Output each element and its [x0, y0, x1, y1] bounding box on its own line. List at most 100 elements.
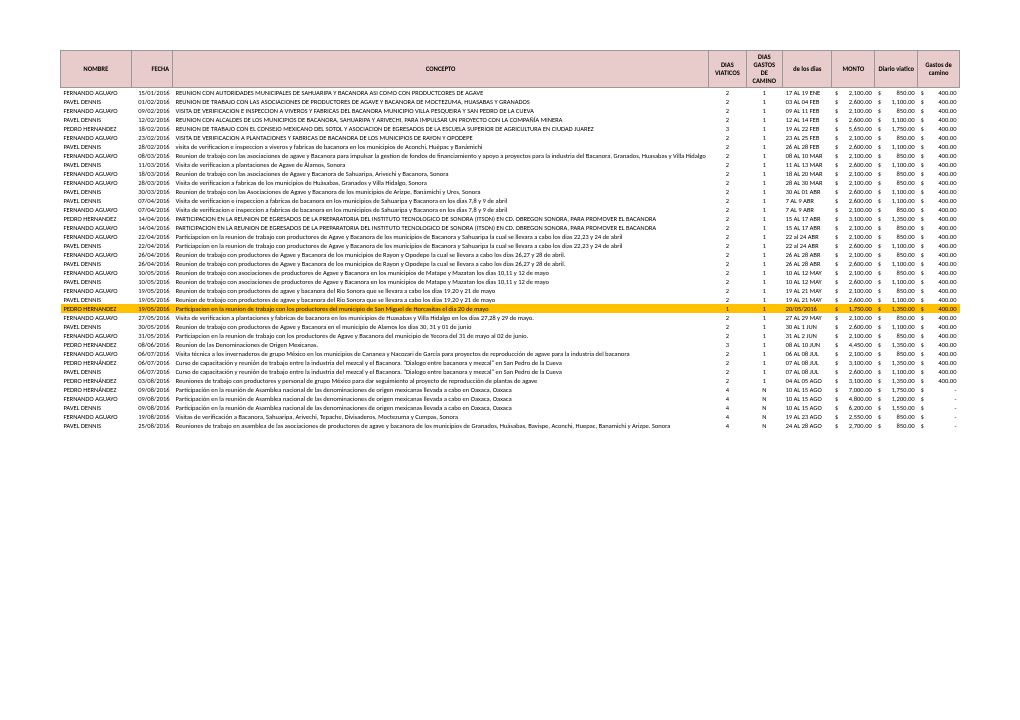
cell-concepto: Particiapcion en la reunion de trabajo c… — [173, 331, 709, 340]
cell-monto: $2,100.00 — [832, 151, 875, 160]
cell-gastos-camino: $400.00 — [918, 106, 960, 115]
cell-gastos-camino: $400.00 — [918, 232, 960, 241]
cell-fecha: 19/08/2016 — [131, 412, 172, 421]
cell-gastos-camino: $400.00 — [918, 88, 960, 98]
cell-concepto: Particiapcion en la reunion de trabajo c… — [173, 232, 709, 241]
cell-de-los-dias: 08 AL 10 MAR — [783, 151, 832, 160]
cell-fecha: 11/03/2016 — [131, 160, 172, 169]
cell-concepto: Visita de verificacion a plantaciones de… — [173, 160, 709, 169]
table-row: PAVEL DENNIS22/04/2016Particiapcion en l… — [61, 241, 960, 250]
header-row: NOMBRE FECHA CONCEPTO DIAS VIATICOS DIAS… — [61, 51, 960, 88]
cell-diario-viatico: $1,100.00 — [875, 295, 918, 304]
cell-concepto: VISITA DE VERIFICACION A PLANTACIONES Y … — [173, 133, 709, 142]
cell-diario-viatico: $850.00 — [875, 349, 918, 358]
cell-nombre: PAVEL DENNIS — [61, 421, 132, 430]
cell-dias-camino: 1 — [746, 142, 783, 151]
col-fecha: FECHA — [131, 51, 172, 88]
cell-dias-camino: 1 — [746, 268, 783, 277]
table-row: FERNANDO AGUAYO31/05/2016Particiapcion e… — [61, 331, 960, 340]
cell-concepto: Reunion de trabajo con productores de Ag… — [173, 322, 709, 331]
cell-concepto: Visita de verificacion e inspeccion a fa… — [173, 205, 709, 214]
cell-de-los-dias: 26 AL 28 ABR — [783, 259, 832, 268]
cell-gastos-camino: $400.00 — [918, 187, 960, 196]
cell-dias-viaticos: 2 — [709, 133, 746, 142]
cell-dias-viaticos: 3 — [709, 340, 746, 349]
cell-de-los-dias: 24 AL 28 AGO — [783, 421, 832, 430]
cell-dias-viaticos: 3 — [709, 124, 746, 133]
table-row: FERNANDO AGUAYO07/04/2016Visita de verif… — [61, 205, 960, 214]
cell-fecha: 06/07/2016 — [131, 358, 172, 367]
cell-nombre: FERNANDO AGUAYO — [61, 286, 132, 295]
cell-dias-viaticos: 2 — [709, 286, 746, 295]
cell-concepto: Reuniones de trabajo con productores y p… — [173, 376, 709, 385]
cell-nombre: PAVEL DENNIS — [61, 160, 132, 169]
cell-fecha: 14/04/2016 — [131, 223, 172, 232]
cell-de-los-dias: 22 al 24 ABR — [783, 241, 832, 250]
cell-monto: $2,700.00 — [832, 421, 875, 430]
cell-monto: $2,100.00 — [832, 313, 875, 322]
cell-diario-viatico: $1,100.00 — [875, 367, 918, 376]
cell-nombre: FERNANDO AGUAYO — [61, 250, 132, 259]
cell-nombre: FERNANDO AGUAYO — [61, 268, 132, 277]
cell-dias-viaticos: 2 — [709, 268, 746, 277]
cell-dias-camino: 1 — [746, 133, 783, 142]
table-row: PEDRO HERNANDEZ14/04/2016PARTICIPACION E… — [61, 214, 960, 223]
cell-monto: $2,100.00 — [832, 250, 875, 259]
cell-monto: $2,600.00 — [832, 97, 875, 106]
cell-gastos-camino: $400.00 — [918, 178, 960, 187]
cell-dias-viaticos: 2 — [709, 259, 746, 268]
cell-dias-viaticos: 2 — [709, 160, 746, 169]
cell-diario-viatico: $850.00 — [875, 223, 918, 232]
cell-gastos-camino: $400.00 — [918, 151, 960, 160]
cell-gastos-camino: $400.00 — [918, 376, 960, 385]
cell-fecha: 30/05/2016 — [131, 322, 172, 331]
cell-concepto: Visita técnica a los invernaderos de gru… — [173, 349, 709, 358]
table-row: FERNANDO AGUAYO28/03/2016Visita de verif… — [61, 178, 960, 187]
table-row: FERNANDO AGUAYO10/05/2016Reunion de trab… — [61, 268, 960, 277]
cell-de-los-dias: 19 AL 22 FEB — [783, 124, 832, 133]
cell-nombre: PAVEL DENNIS — [61, 142, 132, 151]
cell-concepto: REUNION DE TRABAJO CON EL CONSEJO MEXICA… — [173, 124, 709, 133]
table-row: FERNANDO AGUAYO15/01/2016REUNION CON AUT… — [61, 88, 960, 98]
cell-diario-viatico: $1,350.00 — [875, 340, 918, 349]
cell-concepto: Curso de capacitación y reunión de traba… — [173, 358, 709, 367]
cell-concepto: Curso de capacitación y reunión de traba… — [173, 367, 709, 376]
cell-nombre: PEDRO HERNANDEZ — [61, 214, 132, 223]
cell-dias-camino: N — [746, 385, 783, 394]
cell-dias-camino: 1 — [746, 295, 783, 304]
cell-diario-viatico: $1,100.00 — [875, 142, 918, 151]
cell-gastos-camino: $400.00 — [918, 250, 960, 259]
col-dias-viaticos: DIAS VIATICOS — [709, 51, 746, 88]
cell-diario-viatico: $850.00 — [875, 250, 918, 259]
cell-concepto: Participación en la reunión de Asamblea … — [173, 394, 709, 403]
cell-nombre: FERNANDO AGUAYO — [61, 88, 132, 98]
table-row: PAVEL DENNIS30/05/2016Reunion de trabajo… — [61, 322, 960, 331]
cell-de-los-dias: 15 AL 17 ABR — [783, 223, 832, 232]
cell-fecha: 09/08/2016 — [131, 403, 172, 412]
cell-gastos-camino: $400.00 — [918, 205, 960, 214]
cell-gastos-camino: $400.00 — [918, 340, 960, 349]
cell-nombre: PAVEL DENNIS — [61, 277, 132, 286]
cell-monto: $7,000.00 — [832, 385, 875, 394]
cell-dias-camino: 1 — [746, 223, 783, 232]
table-row: PAVEL DENNIS09/08/2016Participación en l… — [61, 403, 960, 412]
cell-de-los-dias: 03 AL 04 FEB — [783, 97, 832, 106]
cell-de-los-dias: 23 AL 25 FEB — [783, 133, 832, 142]
cell-diario-viatico: $1,200.00 — [875, 394, 918, 403]
cell-de-los-dias: 19 AL 21 MAY — [783, 295, 832, 304]
cell-fecha: 19/05/2016 — [131, 304, 172, 313]
cell-concepto: Reunion de trabajo con las asociaciones … — [173, 151, 709, 160]
table-row: PEDRO HERNANDEZ19/05/2016Participacion e… — [61, 304, 960, 313]
col-de-los-dias: de los dias — [783, 51, 832, 88]
cell-dias-camino: 1 — [746, 250, 783, 259]
cell-dias-viaticos: 2 — [709, 277, 746, 286]
cell-dias-viaticos: 2 — [709, 313, 746, 322]
table-row: FERNANDO AGUAYO06/07/2016Visita técnica … — [61, 349, 960, 358]
cell-de-los-dias: 26 AL 28 FEB — [783, 142, 832, 151]
cell-de-los-dias: 26 AL 28 ABR — [783, 250, 832, 259]
table-row: FERNANDO AGUAYO23/02/2016VISITA DE VERIF… — [61, 133, 960, 142]
cell-fecha: 28/03/2016 — [131, 178, 172, 187]
cell-monto: $2,100.00 — [832, 178, 875, 187]
cell-diario-viatico: $850.00 — [875, 106, 918, 115]
cell-dias-camino: 1 — [746, 331, 783, 340]
